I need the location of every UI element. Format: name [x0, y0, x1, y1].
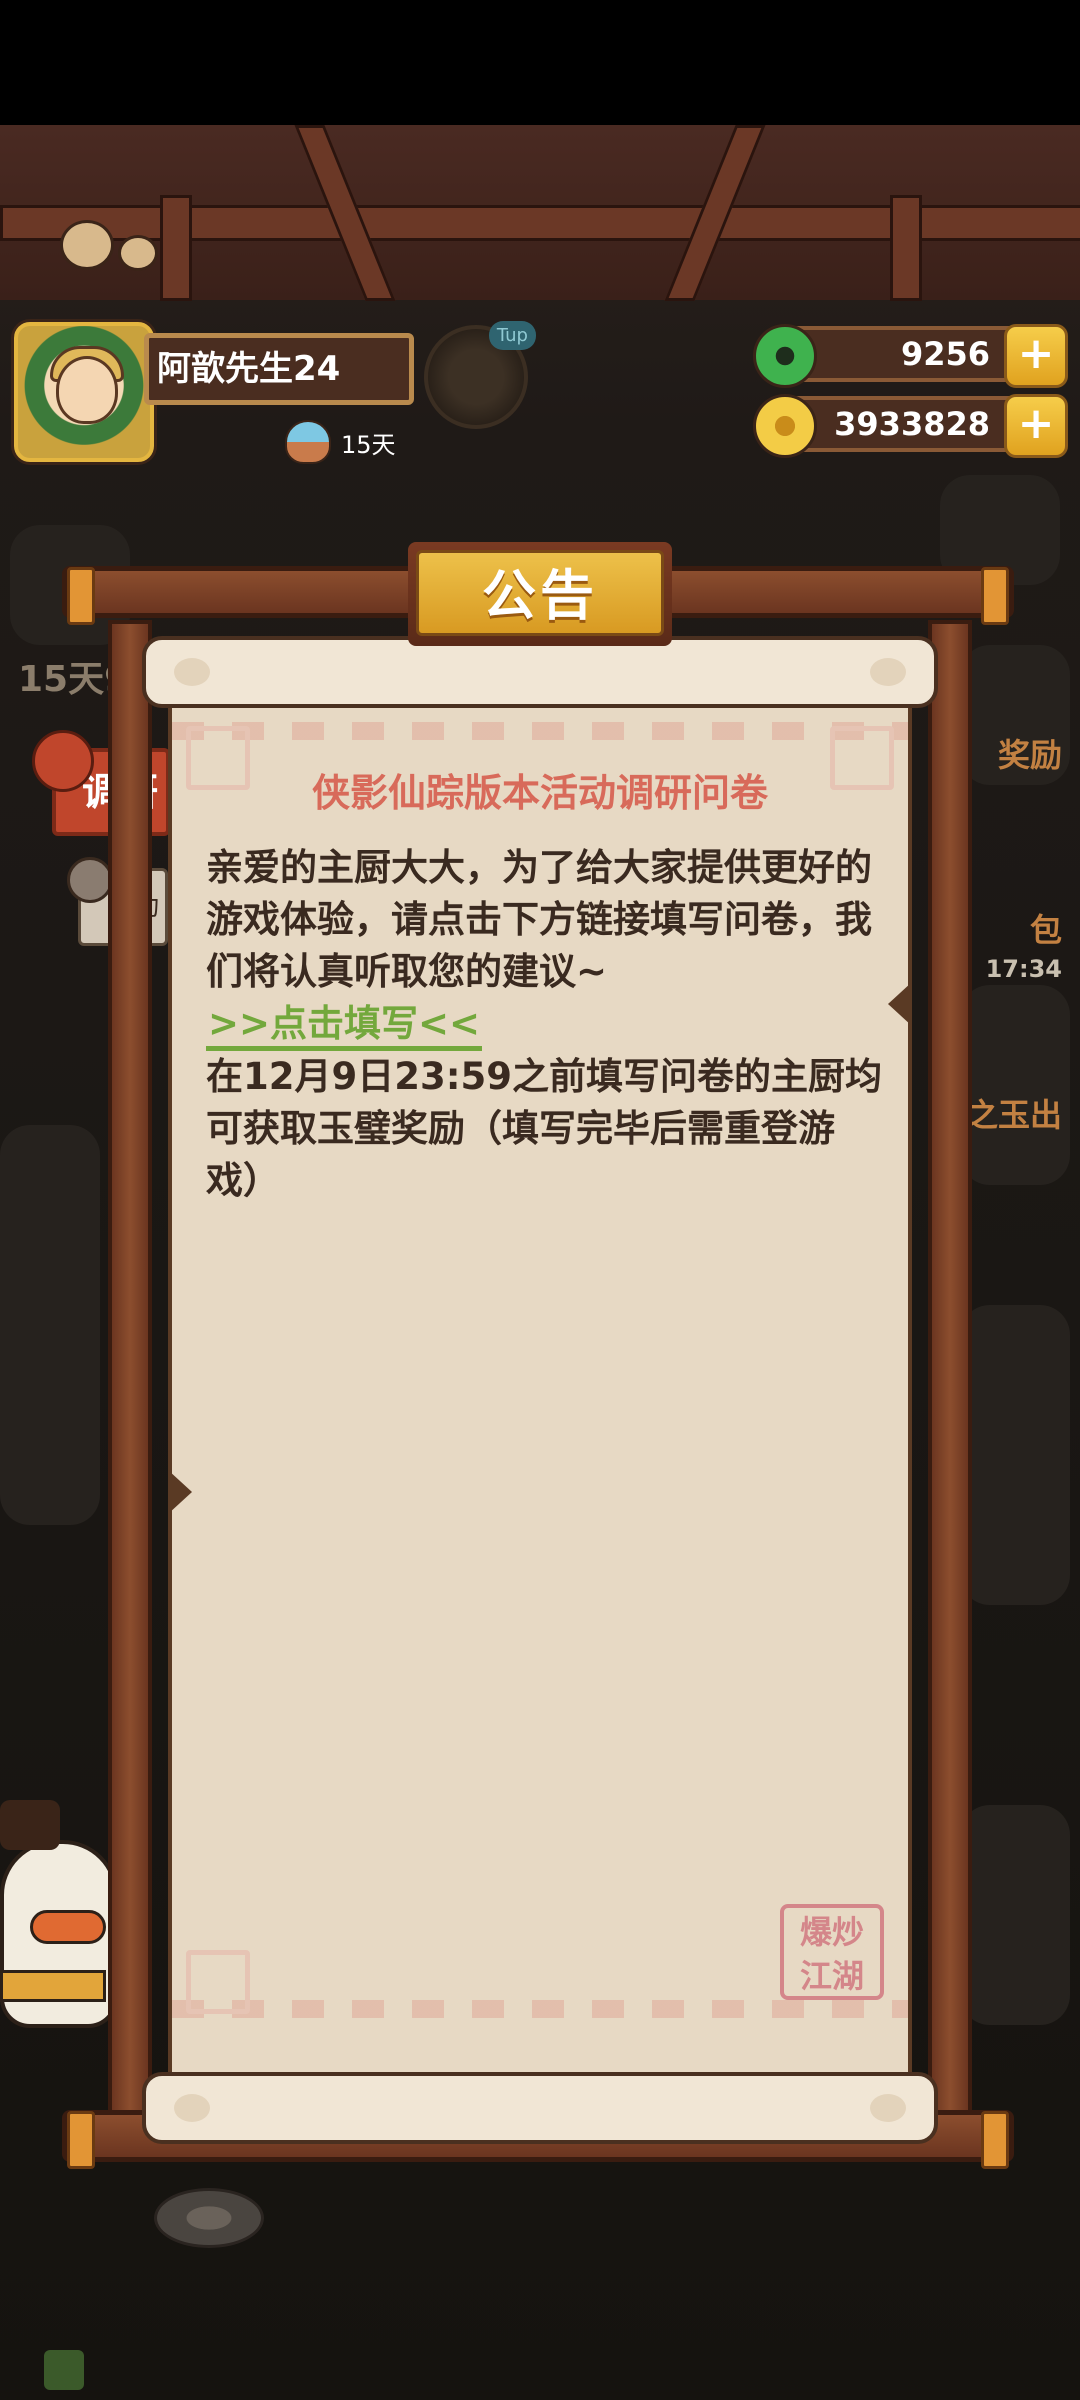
jade-counter: 9256 +	[753, 324, 1068, 388]
background-label-timer: 17:34	[985, 955, 1062, 983]
avatar-face	[56, 356, 118, 424]
announcement-body: 亲爱的主厨大大，为了给大家提供更好的游戏体验，请点击下方链接填写问卷，我们将认真…	[206, 842, 886, 1207]
coin-value: 3933828	[834, 405, 990, 443]
paper-notch	[168, 1470, 192, 1514]
duck-mascot	[0, 1800, 120, 2100]
tap-badge: Tup	[488, 321, 536, 350]
scroll-top-roll	[142, 636, 938, 708]
survey-link[interactable]: >>点击填写<<	[206, 1002, 483, 1051]
green-tile	[44, 2350, 84, 2390]
game-seal-stamp: 爆炒 江湖	[780, 1904, 884, 2000]
background-label-pack: 包	[1029, 911, 1062, 949]
announcement-heading: 侠影仙踪版本活动调研问卷	[311, 771, 768, 815]
coin-counter: 3933828 +	[753, 394, 1068, 458]
bowl-icon	[285, 420, 331, 464]
background-label-jade: 之玉出	[965, 1096, 1062, 1134]
tap-button[interactable]: Tup	[424, 321, 536, 429]
paper-top-pattern	[172, 722, 908, 740]
scroll-bottom-roll	[142, 2072, 938, 2144]
roof-beams	[0, 125, 1080, 301]
coin-icon	[753, 394, 817, 458]
stone-bowl	[154, 2188, 264, 2248]
add-coin-button[interactable]: +	[1004, 394, 1068, 458]
paper-bottom-pattern	[172, 2000, 908, 2018]
survey-tab-icon	[32, 730, 94, 792]
spiral-ornament	[186, 1950, 250, 2014]
announcement-title-plate: 公告	[408, 542, 672, 646]
player-avatar[interactable]	[14, 322, 154, 462]
announcement-paragraph-1: 亲爱的主厨大大，为了给大家提供更好的游戏体验，请点击下方链接填写问卷，我们将认真…	[206, 846, 872, 993]
scroll-left-post	[108, 620, 152, 2140]
announcement-paragraph-2: 在12月9日23:59之前填写问卷的主厨均可获取玉璧奖励（填写完毕后需重登游戏）	[206, 1055, 883, 1202]
jade-icon	[753, 324, 817, 388]
player-name[interactable]: 阿歆先生24	[144, 333, 414, 405]
activity-tab-icon	[67, 857, 113, 903]
announcement-title: 公告	[416, 550, 664, 636]
scroll-right-post	[928, 620, 972, 2140]
login-days-label: 15天	[341, 430, 396, 459]
paper-notch	[888, 982, 912, 1026]
login-days: 15天	[285, 420, 396, 464]
background-label-reward: 奖励	[997, 736, 1062, 774]
jade-value: 9256	[900, 335, 990, 373]
add-jade-button[interactable]: +	[1004, 324, 1068, 388]
